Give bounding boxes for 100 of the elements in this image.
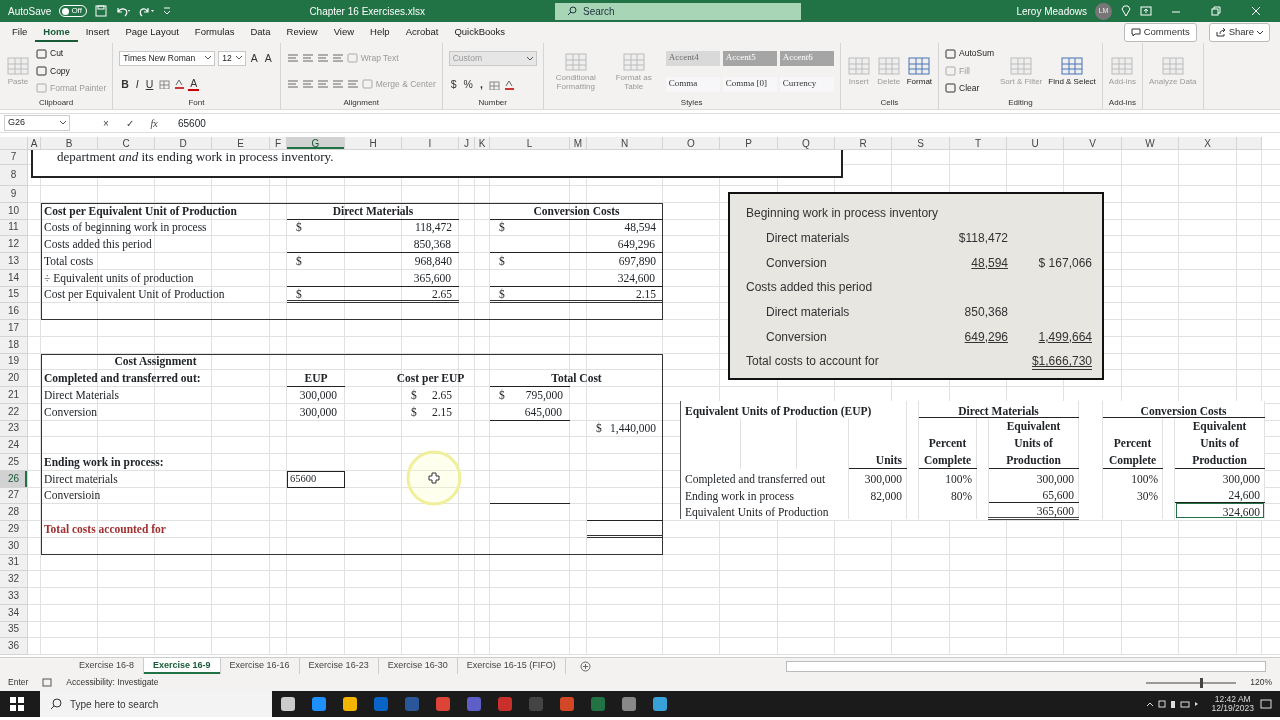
share-button[interactable]: Share [1208, 23, 1270, 42]
column-header[interactable]: K [475, 137, 490, 150]
row-header[interactable]: 28 [0, 504, 28, 521]
cell-style[interactable]: Currency [779, 76, 834, 92]
column-header[interactable]: F [270, 137, 287, 150]
text-style-button[interactable]: A [248, 51, 260, 65]
percent-button[interactable]: % [461, 78, 475, 91]
ribbon-button[interactable]: Copy [36, 64, 70, 78]
ribbon-button[interactable]: Cut [36, 47, 64, 61]
menu-tab[interactable]: QuickBooks [446, 23, 514, 42]
sheet-tab[interactable]: Exercise 16-16 [220, 658, 300, 674]
row-header[interactable]: 33 [0, 588, 28, 605]
menu-tab[interactable]: Data [242, 23, 279, 42]
menu-tab[interactable]: Page Layout [117, 23, 187, 42]
horizontal-scrollbar[interactable] [786, 660, 1266, 672]
row-header[interactable]: 13 [0, 253, 28, 270]
comments-button[interactable]: Comments [1123, 23, 1197, 42]
menu-tab[interactable]: Help [362, 23, 398, 42]
row-header[interactable]: 29 [0, 521, 28, 538]
column-header[interactable]: D [155, 137, 212, 150]
close-icon[interactable] [1250, 6, 1262, 16]
app-icon[interactable] [620, 696, 637, 712]
column-header[interactable]: G [287, 137, 345, 150]
menu-tab[interactable]: Formulas [186, 23, 243, 42]
column-header[interactable]: S [892, 137, 950, 150]
taskbar-search-field[interactable]: Type here to search [40, 691, 272, 717]
row-header[interactable]: 32 [0, 571, 28, 588]
row-header[interactable]: 9 [0, 186, 28, 203]
dropdown-field[interactable]: 12 [218, 50, 246, 66]
font-color-button[interactable]: A [188, 76, 200, 92]
currency-button[interactable]: $ [448, 78, 459, 91]
column-header[interactable]: X [1179, 137, 1237, 150]
ribbon-button[interactable]: Find & Select [1048, 55, 1096, 87]
column-header[interactable]: H [345, 137, 402, 150]
search-field[interactable]: Search [555, 2, 801, 20]
column-header[interactable]: P [720, 137, 778, 150]
undo-icon[interactable] [115, 5, 132, 17]
dropdown-field[interactable]: Times New Roman [119, 50, 216, 66]
row-header[interactable]: 24 [0, 437, 28, 454]
column-header[interactable]: O [663, 137, 720, 150]
zoom-level[interactable]: 120% [1250, 676, 1272, 689]
cancel-button[interactable]: × [94, 115, 118, 131]
formula-field[interactable]: 65600 [178, 115, 206, 131]
file-name[interactable]: Chapter 16 Exercises.xlsx [309, 3, 425, 19]
menu-tab[interactable]: Acrobat [397, 23, 447, 42]
add-sheet-icon[interactable] [579, 660, 591, 672]
customize-icon[interactable] [163, 6, 172, 16]
toolbar-icon[interactable] [173, 79, 186, 90]
row-header[interactable]: 7 [0, 150, 28, 165]
sheet-tab[interactable]: Exercise 16-23 [299, 658, 379, 674]
menu-tab[interactable]: Review [278, 23, 326, 42]
row-header[interactable]: 36 [0, 638, 28, 655]
row-header[interactable]: 16 [0, 303, 28, 320]
ribbon-button[interactable]: AutoSum [945, 47, 995, 61]
row-header[interactable]: 20 [0, 370, 28, 387]
sheet-tab[interactable]: Exercise 16-15 (FIFO) [457, 658, 566, 674]
column-header[interactable]: B [41, 137, 98, 150]
enter-button[interactable]: ✓ [118, 115, 142, 131]
menu-tab[interactable]: Home [35, 23, 78, 42]
menu-tab[interactable]: Insert [77, 23, 118, 42]
active-cell[interactable]: 65600 [287, 470, 345, 488]
start-icon[interactable] [10, 697, 24, 711]
toolbar-icon[interactable] [158, 79, 171, 90]
column-header[interactable]: E [212, 137, 270, 150]
toolbar-icon[interactable] [502, 79, 515, 90]
row-header[interactable]: 8 [0, 165, 28, 186]
menu-tab[interactable]: File [4, 23, 36, 42]
column-header[interactable]: M [570, 137, 587, 150]
clock-date[interactable]: 12/19/2023 [1211, 704, 1254, 714]
sheet-tab[interactable]: Exercise 16-30 [378, 658, 458, 674]
column-header[interactable]: Q [778, 137, 835, 150]
redo-icon[interactable] [139, 5, 156, 17]
column-header[interactable]: V [1064, 137, 1122, 150]
ribbon-button[interactable]: Format [906, 55, 933, 87]
app-icon[interactable] [651, 696, 668, 712]
column-header[interactable]: W [1122, 137, 1179, 150]
column-header[interactable]: R [835, 137, 892, 150]
name-box[interactable]: G26 [4, 115, 70, 131]
app-icon[interactable] [310, 696, 327, 712]
row-header[interactable]: 12 [0, 236, 28, 253]
ribbon-button[interactable]: Clear [945, 81, 980, 95]
toolbar-icon[interactable] [487, 79, 500, 90]
row-header[interactable]: 17 [0, 320, 28, 337]
save-icon[interactable] [95, 5, 108, 17]
column-header[interactable]: N [587, 137, 663, 150]
ribbon-display-icon[interactable] [1140, 6, 1152, 16]
insert-function-button[interactable]: fx [142, 115, 166, 131]
column-header[interactable]: L [490, 137, 570, 150]
accessibility-status[interactable]: Accessibility: Investigate [66, 676, 159, 689]
cell-style[interactable]: Comma [0] [722, 76, 777, 92]
column-header[interactable]: J [459, 137, 475, 150]
cell-style[interactable]: Comma [665, 76, 720, 92]
column-header[interactable]: A [28, 137, 41, 150]
row-header[interactable]: 25 [0, 454, 28, 471]
restore-icon[interactable] [1210, 6, 1222, 16]
italic-button[interactable]: I [133, 77, 141, 91]
app-icon[interactable] [279, 696, 296, 712]
app-icon[interactable] [341, 696, 358, 712]
menu-tab[interactable]: View [325, 23, 363, 42]
clock-time[interactable]: 12:42 AM [1214, 694, 1251, 704]
